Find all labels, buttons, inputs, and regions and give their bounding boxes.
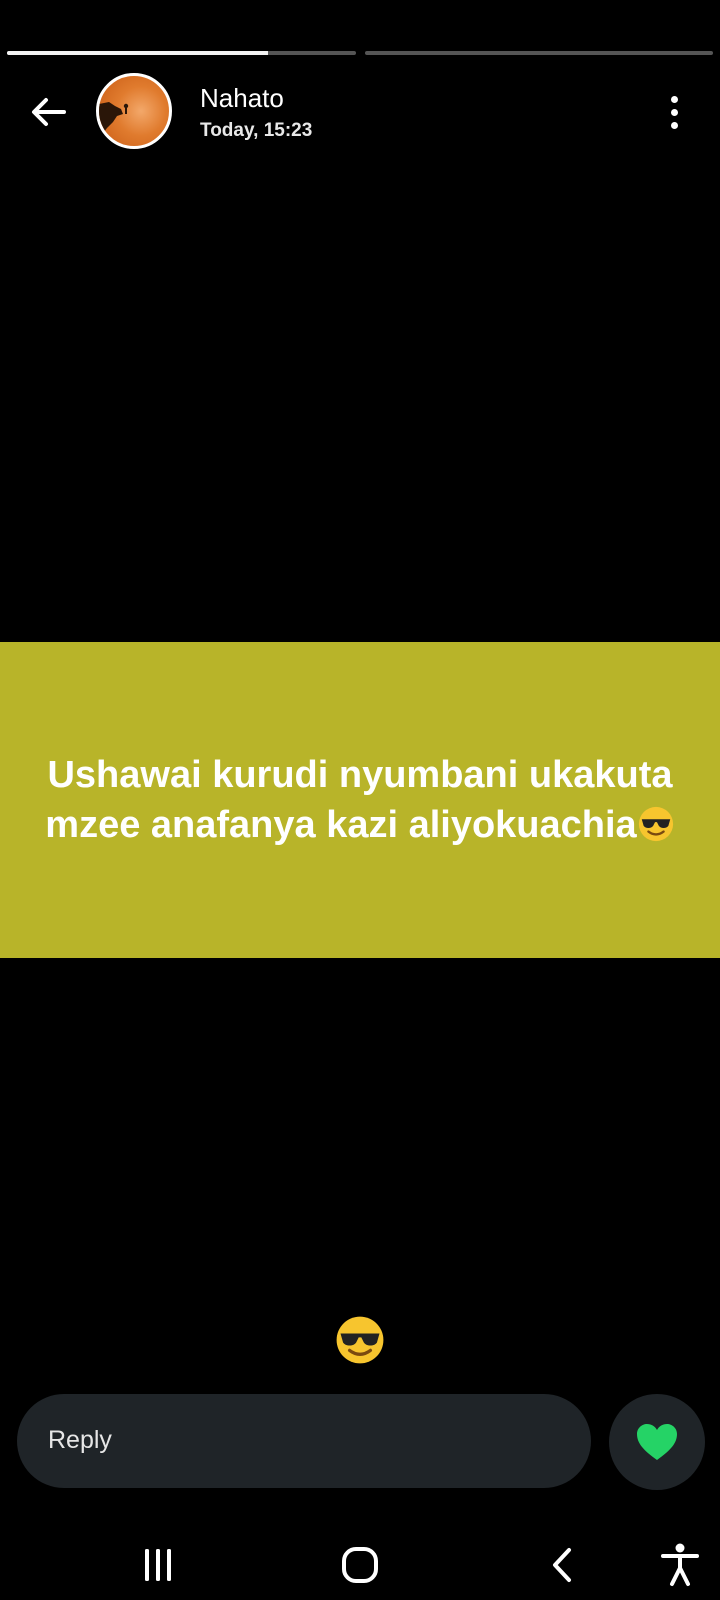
caption-emoji: [334, 1314, 386, 1366]
status-viewer: Nahato Today, 15:23 Ushawai kurudi nyumb…: [0, 0, 720, 1600]
arrow-left-icon: [32, 98, 66, 126]
more-vert-icon-dot: [670, 121, 678, 129]
contact-name: Nahato: [200, 83, 284, 113]
smiling-face-with-sunglasses-icon: [336, 1316, 384, 1364]
home-button[interactable]: [330, 1530, 390, 1600]
story-text: Ushawai kurudi nyumbani ukakuta mzee ana…: [45, 754, 673, 846]
recent-apps-icon: [145, 1549, 171, 1581]
back-button[interactable]: [22, 86, 74, 138]
home-icon: [342, 1547, 378, 1583]
accessibility-icon: [661, 1543, 699, 1586]
profile-photo: [99, 102, 129, 146]
smiling-face-with-sunglasses-icon: [637, 805, 675, 843]
back-icon: [553, 1548, 571, 1582]
accessibility-button[interactable]: [650, 1530, 710, 1600]
nav-back-button[interactable]: [532, 1530, 592, 1600]
story-progress: [7, 51, 713, 55]
more-options-button[interactable]: [650, 88, 698, 136]
story-timestamp: Today, 15:23: [200, 120, 313, 141]
progress-segment-1: [7, 51, 356, 55]
system-navigation-bar: [0, 1530, 720, 1600]
more-vert-icon: [670, 95, 678, 103]
more-vert-icon-dot: [670, 108, 678, 116]
story-text-card: Ushawai kurudi nyumbani ukakuta mzee ana…: [0, 642, 720, 958]
heart-icon: [637, 1424, 677, 1460]
progress-segment-2: [364, 51, 713, 55]
avatar[interactable]: [96, 73, 172, 149]
reply-placeholder: Reply: [48, 1426, 112, 1454]
like-button[interactable]: [609, 1394, 705, 1490]
reply-input[interactable]: Reply: [17, 1394, 591, 1488]
story-text-block: Ushawai kurudi nyumbani ukakuta mzee ana…: [40, 750, 680, 850]
recent-apps-button[interactable]: [128, 1530, 188, 1600]
